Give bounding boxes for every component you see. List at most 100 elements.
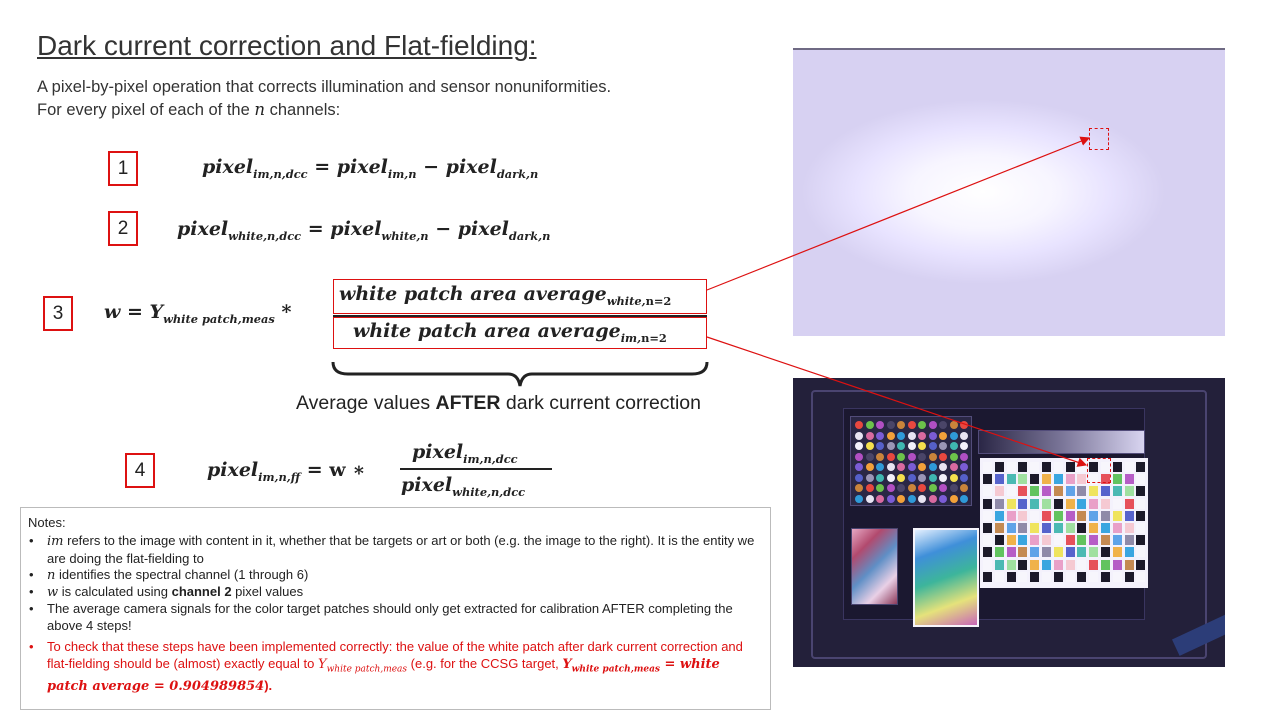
ccsg-patch xyxy=(1030,474,1040,485)
color-dot xyxy=(876,484,884,492)
ccsg-patch xyxy=(1112,474,1122,485)
ccsg-patch xyxy=(1101,559,1110,570)
color-dot xyxy=(960,452,968,461)
ccsg-patch xyxy=(983,510,992,521)
note-n: • n identifies the spectral channel (1 th… xyxy=(29,567,309,583)
ccsg-patch xyxy=(1065,523,1075,533)
ccsg-patch xyxy=(1112,571,1122,582)
ccsg-patch xyxy=(1065,498,1075,509)
brace-annotation: Average values AFTER dark current correc… xyxy=(296,392,701,414)
color-dot xyxy=(918,452,926,461)
color-dot xyxy=(907,431,916,440)
step-2-badge: 2 xyxy=(108,211,138,246)
ccsg-patch xyxy=(1089,547,1099,558)
step-3-badge: 3 xyxy=(43,296,73,331)
equation-4-denominator: pixelwhite,n,dcc xyxy=(401,474,526,499)
ccsg-patch xyxy=(1065,571,1075,582)
ccsg-patch xyxy=(1018,535,1028,546)
color-dot xyxy=(949,452,958,461)
ccsg-patch xyxy=(1042,510,1051,521)
color-dot xyxy=(949,494,958,503)
white-reference-image xyxy=(793,48,1225,336)
ccsg-patch xyxy=(1042,498,1051,509)
color-dot xyxy=(928,452,937,461)
ccsg-patch xyxy=(1089,571,1099,582)
color-dot xyxy=(939,494,947,503)
ccsg-patch xyxy=(1006,510,1016,521)
ccsg-patch xyxy=(1136,571,1146,582)
ccsg-patch xyxy=(1042,559,1051,570)
color-dot xyxy=(855,463,863,471)
ccsg-patch xyxy=(983,523,992,533)
ccsg-patch xyxy=(1112,510,1122,521)
ccsg-patch xyxy=(1136,498,1146,509)
color-dot xyxy=(897,494,905,503)
ccsg-patch xyxy=(983,559,992,570)
notes-title: Notes: xyxy=(28,515,66,530)
color-dot xyxy=(865,473,874,482)
color-dot xyxy=(960,431,968,440)
ccsg-patch xyxy=(1042,523,1051,533)
ccsg-patch xyxy=(1101,535,1110,546)
color-dot xyxy=(928,463,937,471)
color-dot xyxy=(865,421,874,429)
ccsg-patch xyxy=(994,498,1004,509)
ccsg-patch xyxy=(1018,474,1028,485)
note-im: • im refers to the image with content in … xyxy=(29,533,755,566)
ccsg-patch xyxy=(1124,547,1134,558)
ccsg-patch xyxy=(1053,486,1063,497)
equation-4-numerator: pixelim,n,dcc xyxy=(412,441,518,466)
color-dot xyxy=(865,494,874,503)
target-white-patch-selection-box xyxy=(1087,458,1111,483)
ccsg-patch xyxy=(1101,510,1110,521)
ccsg-patch xyxy=(983,474,992,485)
color-dot xyxy=(918,484,926,492)
art-sample-2 xyxy=(913,528,979,627)
ccsg-patch xyxy=(1053,559,1063,570)
ccsg-patch xyxy=(1053,498,1063,509)
ccsg-patch xyxy=(1136,486,1146,497)
step-4-badge: 4 xyxy=(125,453,155,488)
color-dot xyxy=(886,452,895,461)
color-dot xyxy=(855,484,863,492)
ccsg-patch xyxy=(1065,559,1075,570)
ccsg-patch xyxy=(1124,559,1134,570)
ccsg-patch xyxy=(994,486,1004,497)
color-dot xyxy=(918,431,926,440)
color-dot xyxy=(960,442,968,450)
ccsg-patch xyxy=(1089,535,1099,546)
ccsg-patch xyxy=(1136,535,1146,546)
ccsg-patch xyxy=(983,547,992,558)
ccsg-patch xyxy=(1077,510,1087,521)
ccsg-patch xyxy=(1018,498,1028,509)
color-dot xyxy=(897,463,905,471)
ccsg-patch xyxy=(1089,559,1099,570)
color-dot xyxy=(855,442,863,450)
color-dot xyxy=(918,442,926,450)
color-dot xyxy=(855,431,863,440)
ccsg-patch xyxy=(1006,486,1016,497)
ccsg-patch xyxy=(1042,571,1051,582)
ccsg-patch xyxy=(1124,535,1134,546)
ccsg-patch xyxy=(1136,474,1146,485)
ccsg-patch xyxy=(1042,547,1051,558)
ccsg-patch xyxy=(1030,559,1040,570)
color-dot xyxy=(918,473,926,482)
color-dot xyxy=(960,463,968,471)
color-dot xyxy=(886,442,895,450)
color-dot xyxy=(897,484,905,492)
color-dot xyxy=(897,442,905,450)
color-dot xyxy=(897,431,905,440)
ccsg-patch xyxy=(1053,571,1063,582)
ccsg-patch xyxy=(983,498,992,509)
color-dot xyxy=(939,421,947,429)
note-check: • To check that these steps have been imp… xyxy=(29,639,743,694)
ccsg-patch xyxy=(1030,510,1040,521)
intro-line-2: For every pixel of each of the n channel… xyxy=(37,100,341,119)
color-dot-target xyxy=(850,416,972,506)
color-dot xyxy=(876,431,884,440)
ccsg-patch xyxy=(1065,547,1075,558)
color-dot xyxy=(897,473,905,482)
color-dot xyxy=(876,463,884,471)
equation-3-denominator: white patch area averageim,n=2 xyxy=(353,320,667,345)
